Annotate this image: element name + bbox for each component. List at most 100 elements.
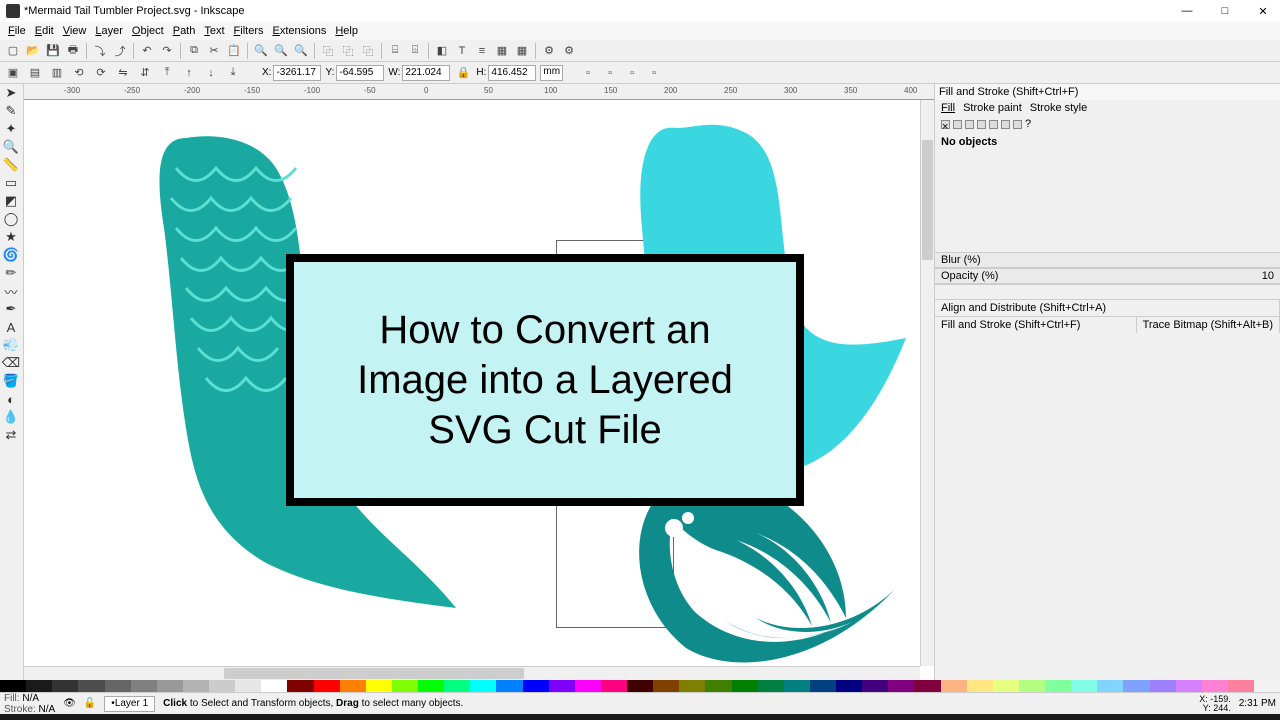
docprops-icon[interactable]: ⚙ [560,42,578,60]
text-dialog-icon[interactable]: T [453,42,471,60]
rect-tool[interactable]: ▭ [0,174,22,192]
spiral-tool[interactable]: 🌀 [0,246,22,264]
h-input[interactable] [488,65,536,81]
align-icon[interactable]: ▦ [493,42,511,60]
select-layers-icon[interactable]: ▤ [26,64,44,82]
paint-linear-icon[interactable] [965,120,974,129]
window-close-button[interactable]: ✕ [1256,5,1270,18]
redo-icon[interactable]: ↷ [158,42,176,60]
paint-radial-icon[interactable] [977,120,986,129]
affect-pattern-icon[interactable]: ▫ [645,64,663,82]
print-icon[interactable]: 🖶 [64,42,82,60]
bezier-tool[interactable]: 〰 [0,282,22,300]
x-input[interactable] [273,65,321,81]
paint-swatch-icon[interactable] [1001,120,1010,129]
open-icon[interactable]: 📂 [24,42,42,60]
tab-fill[interactable]: Fill [941,102,955,114]
ellipse-tool[interactable]: ◯ [0,210,22,228]
calligraphy-tool[interactable]: ✒ [0,300,22,318]
menu-path[interactable]: Path [169,24,200,38]
measure-tool[interactable]: 📏 [0,156,22,174]
copy-icon[interactable]: ⧉ [185,42,203,60]
menu-edit[interactable]: Edit [31,24,58,38]
flip-h-icon[interactable]: ⇋ [114,64,132,82]
raise-icon[interactable]: ↑ [180,64,198,82]
paint-pattern-icon[interactable] [989,120,998,129]
undo-icon[interactable]: ↶ [138,42,156,60]
spray-tool[interactable]: 💨 [0,336,22,354]
dock-trace[interactable]: Trace Bitmap (Shift+Alt+B) [1137,317,1280,333]
pencil-tool[interactable]: ✏ [0,264,22,282]
transform-icon[interactable]: ▦ [513,42,531,60]
window-maximize-button[interactable]: □ [1218,5,1232,18]
lock-icon[interactable]: 🔒 [454,64,472,82]
rotate-cw-icon[interactable]: ⟳ [92,64,110,82]
raise-top-icon[interactable]: ⤒ [158,64,176,82]
affect-corner-icon[interactable]: ▫ [623,64,641,82]
menu-help[interactable]: Help [331,24,362,38]
menu-text[interactable]: Text [200,24,228,38]
paste-icon[interactable]: 📋 [225,42,243,60]
flip-v-icon[interactable]: ⇵ [136,64,154,82]
rotate-ccw-icon[interactable]: ⟲ [70,64,88,82]
group-icon[interactable]: ⌸ [386,42,404,60]
dock-fillstroke[interactable]: Fill and Stroke (Shift+Ctrl+F) [935,317,1137,333]
menu-extensions[interactable]: Extensions [269,24,331,38]
fillstroke-icon[interactable]: ◧ [433,42,451,60]
tweak-tool[interactable]: ✦ [0,120,22,138]
menu-filters[interactable]: Filters [230,24,268,38]
text-tool[interactable]: A [0,318,22,336]
y-input[interactable] [336,65,384,81]
node-tool[interactable]: ✎ [0,102,22,120]
connector-tool[interactable]: ⇄ [0,426,22,444]
layer-selector[interactable]: • Layer 1 [104,696,155,712]
canvas[interactable]: How to Convert an Image into a Layered S… [24,100,934,680]
horizontal-scrollbar[interactable] [24,666,920,680]
menu-object[interactable]: Object [128,24,168,38]
menu-view[interactable]: View [59,24,91,38]
tab-stroke-style[interactable]: Stroke style [1030,102,1087,114]
color-palette[interactable] [0,680,1280,692]
export-icon[interactable]: ⤴ [111,42,129,60]
deselect-icon[interactable]: ▥ [48,64,66,82]
tab-stroke-paint[interactable]: Stroke paint [963,102,1022,114]
paint-none-icon[interactable]: × [941,120,950,129]
import-icon[interactable]: ⤵ [91,42,109,60]
eraser-tool[interactable]: ⌫ [0,354,22,372]
dropper-tool[interactable]: 💧 [0,408,22,426]
duplicate-icon[interactable]: ⿻ [319,42,337,60]
cut-icon[interactable]: ✂ [205,42,223,60]
star-tool[interactable]: ★ [0,228,22,246]
menu-layer[interactable]: Layer [91,24,127,38]
fill-tool[interactable]: 🪣 [0,372,22,390]
3dbox-tool[interactable]: ◩ [0,192,22,210]
save-icon[interactable]: 💾 [44,42,62,60]
unit-select[interactable]: mm [540,65,563,81]
lower-bottom-icon[interactable]: ⤓ [224,64,242,82]
w-input[interactable] [402,65,450,81]
xml-icon[interactable]: ≡ [473,42,491,60]
new-icon[interactable]: ▢ [4,42,22,60]
select-all-icon[interactable]: ▣ [4,64,22,82]
layer-visibility-icon[interactable]: 👁 [63,698,76,709]
lower-icon[interactable]: ↓ [202,64,220,82]
selector-tool[interactable]: ➤ [0,84,22,102]
prefs-icon[interactable]: ⚙ [540,42,558,60]
paint-flat-icon[interactable] [953,120,962,129]
zoom-fit-icon[interactable]: 🔍 [292,42,310,60]
window-minimize-button[interactable]: — [1180,5,1194,18]
unlink-icon[interactable]: ⿻ [359,42,377,60]
layer-lock-icon[interactable]: 🔓 [84,698,96,709]
affect-scale-icon[interactable]: ▫ [601,64,619,82]
vertical-scrollbar[interactable] [920,100,934,666]
menu-file[interactable]: File [4,24,30,38]
affect-move-icon[interactable]: ▫ [579,64,597,82]
zoom-tool[interactable]: 🔍 [0,138,22,156]
ungroup-icon[interactable]: ⌹ [406,42,424,60]
zoom-out-icon[interactable]: 🔍 [272,42,290,60]
clone-icon[interactable]: ⿻ [339,42,357,60]
dock-align[interactable]: Align and Distribute (Shift+Ctrl+A) [935,300,1280,316]
zoom-in-icon[interactable]: 🔍 [252,42,270,60]
gradient-tool[interactable]: ◐ [0,390,22,408]
paint-unknown-icon[interactable] [1013,120,1022,129]
